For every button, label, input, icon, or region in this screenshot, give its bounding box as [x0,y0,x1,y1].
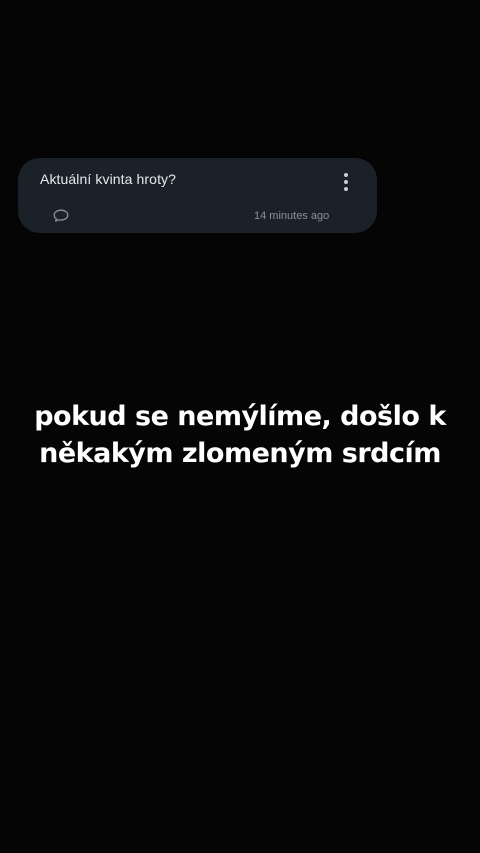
more-vertical-icon-dot [344,180,348,184]
more-options-button[interactable] [334,170,358,194]
comment-button[interactable] [52,208,70,224]
question-text: Aktuální kvinta hroty? [40,171,177,187]
caption-line-2: někakým zlomeným srdcím [39,438,441,469]
more-vertical-icon-dot [344,187,348,191]
question-card[interactable]: Aktuální kvinta hroty? 14 minutes ago [18,158,377,233]
comment-bubble-icon [53,209,69,222]
overlay-caption: pokud se nemýlíme, došlo k někakým zlome… [0,398,480,472]
more-vertical-icon [344,173,348,177]
timestamp: 14 minutes ago [254,210,330,222]
caption-line-1: pokud se nemýlíme, došlo k [34,401,446,432]
